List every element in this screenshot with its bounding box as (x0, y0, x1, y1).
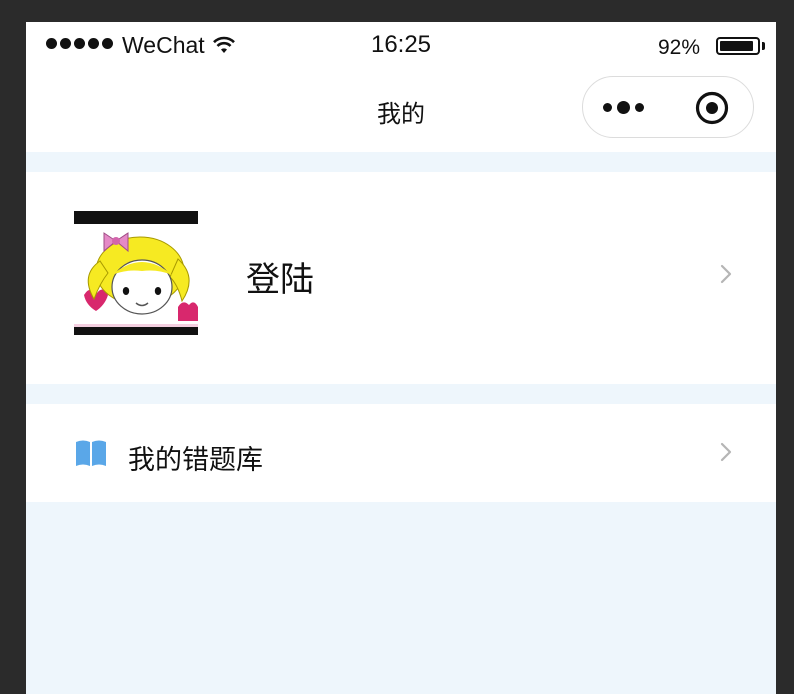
status-bar: WeChat 16:25 92% (26, 22, 776, 72)
chevron-right-icon (720, 264, 732, 284)
login-label[interactable]: 登陆 (246, 252, 314, 301)
phone-screen: WeChat 16:25 92% 我的 登陆 我的错题库 (26, 22, 776, 694)
chevron-right-icon (720, 442, 732, 462)
battery-percent: 92% (657, 36, 700, 59)
close-target-icon[interactable] (695, 91, 729, 125)
nav-bar: 我的 (26, 72, 776, 152)
book-icon (76, 440, 106, 466)
battery-fill (720, 41, 753, 51)
profile-card[interactable]: 登陆 (26, 172, 776, 384)
list-item-wrong-questions[interactable]: 我的错题库 (26, 404, 776, 502)
cartoon-girl-avatar (74, 211, 198, 335)
battery-icon (716, 37, 760, 55)
battery-tip (762, 42, 765, 50)
list-item-label: 我的错题库 (128, 445, 263, 475)
more-icon[interactable] (603, 101, 644, 114)
menu-capsule (582, 76, 754, 138)
